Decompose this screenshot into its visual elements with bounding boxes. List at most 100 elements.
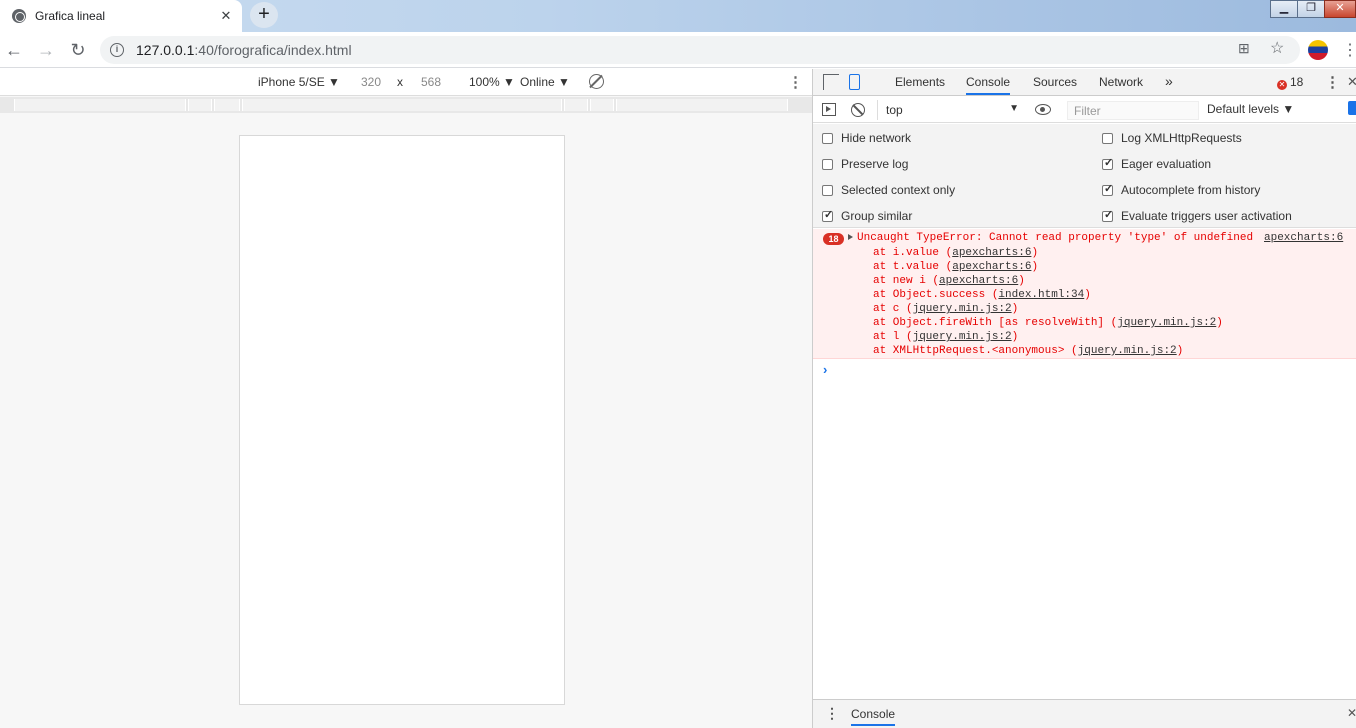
- inspect-icon[interactable]: [823, 74, 839, 90]
- stack-frame: at c (jquery.min.js:2): [873, 302, 1223, 316]
- stack-frame: at Object.fireWith [as resolveWith] (jqu…: [873, 316, 1223, 330]
- frame-source-link[interactable]: jquery.min.js:2: [913, 303, 1012, 315]
- setting-autocomplete[interactable]: Autocomplete from history: [1102, 182, 1261, 197]
- frame-source-link[interactable]: jquery.min.js:2: [913, 331, 1012, 343]
- more-tabs-icon[interactable]: »: [1165, 73, 1173, 89]
- emulated-viewport[interactable]: [239, 135, 565, 705]
- setting-selected-context[interactable]: Selected context only: [822, 183, 955, 197]
- drawer-close-icon[interactable]: ✕: [1347, 706, 1356, 720]
- stack-trace: at i.value (apexcharts:6) at t.value (ape…: [873, 246, 1223, 358]
- info-icon[interactable]: i: [110, 43, 124, 57]
- frame-text: ): [1084, 289, 1091, 301]
- tab-console[interactable]: Console: [966, 75, 1011, 95]
- setting-label: Group similar: [841, 209, 913, 223]
- device-select[interactable]: iPhone 5/SE ▼: [258, 75, 340, 89]
- devtools-close-icon[interactable]: ✕: [1347, 74, 1356, 90]
- console-prompt[interactable]: ›: [823, 362, 827, 377]
- frame-text: at t.value (: [873, 261, 953, 273]
- frame-text: at XMLHttpRequest.<anonymous> (: [873, 345, 1078, 357]
- filter-input[interactable]: [1067, 101, 1199, 120]
- media-query-bar[interactable]: [0, 97, 812, 113]
- error-counter[interactable]: ✕ 18: [1277, 75, 1303, 90]
- setting-label: Autocomplete from history: [1121, 183, 1261, 197]
- checkbox[interactable]: [1102, 156, 1113, 170]
- setting-label: Hide network: [841, 131, 912, 145]
- setting-log-xhr[interactable]: Log XMLHttpRequests: [1102, 131, 1242, 145]
- back-icon[interactable]: ←: [2, 38, 26, 62]
- checkbox[interactable]: [1102, 132, 1113, 144]
- globe-icon: [12, 9, 26, 23]
- close-window-button[interactable]: ✕: [1324, 0, 1356, 18]
- frame-source-link[interactable]: jquery.min.js:2: [1117, 317, 1216, 329]
- avatar[interactable]: [1308, 40, 1328, 60]
- network-select[interactable]: Online ▼: [520, 75, 570, 89]
- frame-text: at l (: [873, 331, 913, 343]
- devtools-panel: Elements Console Sources Network » ✕ 18 ⋮…: [812, 69, 1356, 728]
- setting-label: Eager evaluation: [1121, 157, 1212, 171]
- setting-label: Evaluate triggers user activation: [1121, 209, 1292, 223]
- tab-network[interactable]: Network: [1099, 75, 1143, 89]
- frame-source-link[interactable]: index.html:34: [998, 289, 1084, 301]
- eye-icon[interactable]: [1035, 104, 1051, 115]
- translate-icon[interactable]: ⊞: [1238, 40, 1250, 57]
- console-settings: Hide network Preserve log Selected conte…: [813, 124, 1356, 228]
- url-host: 127.0.0.1: [136, 42, 195, 58]
- checkbox[interactable]: [822, 158, 833, 170]
- setting-preserve-log[interactable]: Preserve log: [822, 157, 908, 171]
- new-tab-button[interactable]: +: [250, 2, 278, 28]
- frame-source-link[interactable]: apexcharts:6: [939, 275, 1018, 287]
- error-icon: ✕: [1277, 80, 1287, 90]
- zoom-select[interactable]: 100% ▼: [469, 75, 515, 89]
- expand-caret-icon[interactable]: [848, 234, 853, 240]
- devtools-menu-icon[interactable]: ⋮: [1325, 73, 1340, 91]
- device-toggle-icon[interactable]: [849, 74, 860, 90]
- tab-sources[interactable]: Sources: [1033, 75, 1077, 89]
- browser-tab[interactable]: Grafica lineal ✕: [0, 0, 242, 32]
- reload-icon[interactable]: ↻: [66, 38, 90, 62]
- star-icon[interactable]: ☆: [1270, 38, 1284, 58]
- frame-source-link[interactable]: jquery.min.js:2: [1078, 345, 1177, 357]
- setting-eager-evaluation[interactable]: Eager evaluation: [1102, 156, 1212, 171]
- context-select[interactable]: top ▼: [877, 100, 1023, 120]
- height-input[interactable]: 568: [421, 75, 441, 89]
- gear-icon[interactable]: [1348, 101, 1356, 115]
- frame-source-link[interactable]: apexcharts:6: [952, 247, 1031, 259]
- setting-evaluate-triggers[interactable]: Evaluate triggers user activation: [1102, 208, 1292, 223]
- address-bar[interactable]: i 127.0.0.1:40/forografica/index.html: [100, 36, 1300, 64]
- frame-text: ): [1216, 317, 1223, 329]
- checkbox[interactable]: [1102, 182, 1113, 196]
- rotate-icon[interactable]: [589, 74, 604, 89]
- browser-menu-icon[interactable]: ⋮: [1342, 40, 1356, 60]
- console-error-message[interactable]: 18 Uncaught TypeError: Cannot read prope…: [813, 229, 1356, 359]
- setting-label: Preserve log: [841, 157, 909, 171]
- checkbox[interactable]: [822, 132, 833, 144]
- forward-icon[interactable]: →: [34, 38, 58, 62]
- error-source-link[interactable]: apexcharts:6: [1264, 232, 1343, 244]
- chevron-down-icon: ▼: [1009, 103, 1019, 114]
- checkbox[interactable]: [822, 208, 833, 222]
- error-text: Uncaught TypeError: Cannot read property…: [857, 232, 1254, 244]
- frame-text: at new i (: [873, 275, 940, 287]
- frame-text: at Object.success (: [873, 289, 999, 301]
- log-levels-select[interactable]: Default levels ▼: [1207, 102, 1294, 116]
- clear-console-icon[interactable]: [851, 103, 865, 117]
- minimize-button[interactable]: ▁: [1270, 0, 1298, 18]
- window-controls: ▁ ❐ ✕: [1270, 0, 1356, 18]
- tab-close-icon[interactable]: ✕: [216, 8, 236, 24]
- checkbox[interactable]: [822, 184, 833, 196]
- checkbox[interactable]: [1102, 208, 1113, 222]
- width-input[interactable]: 320: [361, 75, 381, 89]
- title-bar: Grafica lineal ✕ + ▁ ❐ ✕: [0, 0, 1356, 32]
- frame-text: at i.value (: [873, 247, 953, 259]
- device-more-icon[interactable]: ⋮: [788, 73, 803, 91]
- sidebar-toggle-icon[interactable]: [822, 103, 836, 116]
- repeat-count-badge: 18: [823, 233, 844, 245]
- stack-frame: at l (jquery.min.js:2): [873, 330, 1223, 344]
- drawer-tab-console[interactable]: Console: [851, 707, 896, 726]
- frame-source-link[interactable]: apexcharts:6: [952, 261, 1031, 273]
- setting-hide-network[interactable]: Hide network: [822, 131, 911, 145]
- setting-group-similar[interactable]: Group similar: [822, 208, 913, 223]
- maximize-button[interactable]: ❐: [1297, 0, 1325, 18]
- drawer-menu-icon[interactable]: ⋮: [825, 705, 839, 722]
- tab-elements[interactable]: Elements: [895, 75, 945, 89]
